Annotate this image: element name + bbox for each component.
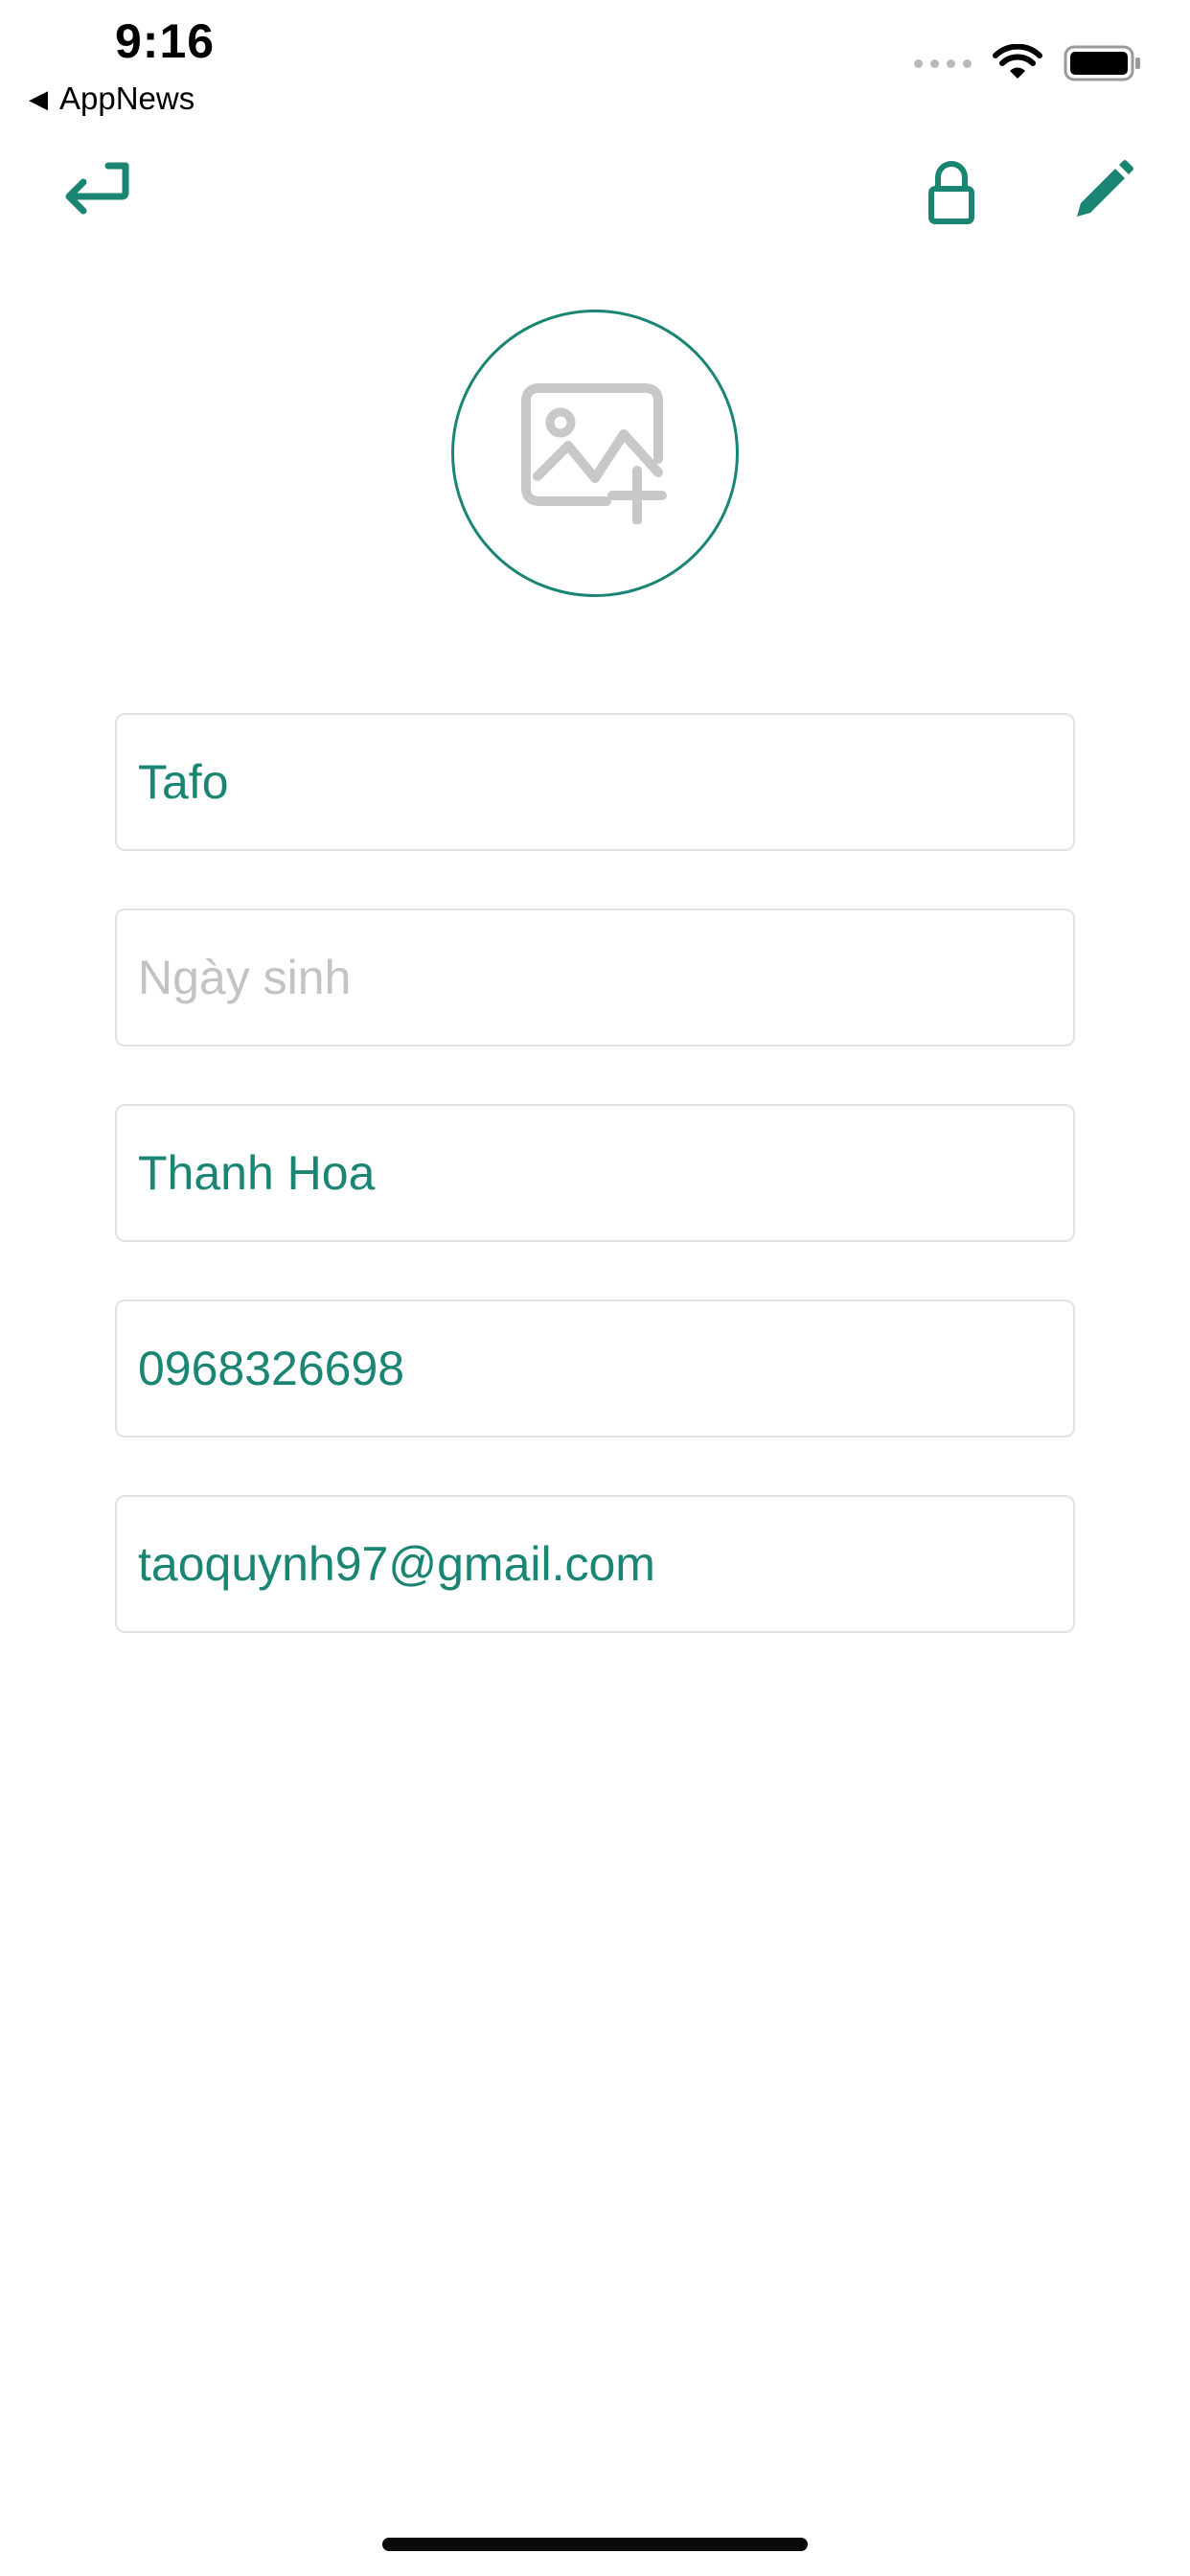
home-indicator[interactable] <box>382 2538 808 2551</box>
back-triangle-icon: ◀ <box>29 84 48 113</box>
status-time: 9:16 <box>115 14 216 68</box>
edit-button[interactable] <box>1064 153 1140 230</box>
back-button[interactable] <box>54 153 140 230</box>
add-image-icon <box>521 383 667 524</box>
signal-dots-icon <box>914 58 972 68</box>
status-back-to-app[interactable]: ◀ AppNews <box>29 80 195 117</box>
status-back-app-label: AppNews <box>59 80 195 116</box>
profile-screen: 9:16 ◀ AppNews Tafo Ngày sinh Thanh Hoa … <box>0 0 1190 2576</box>
lock-button[interactable] <box>920 153 983 230</box>
pencil-icon <box>1077 160 1133 217</box>
return-arrow-icon <box>65 162 129 215</box>
status-indicators <box>914 44 1142 82</box>
name-field[interactable]: Tafo <box>115 713 1075 851</box>
avatar-picker[interactable] <box>451 310 739 597</box>
battery-icon <box>1064 45 1140 81</box>
wifi-icon <box>993 44 1042 79</box>
lock-icon <box>928 161 974 224</box>
email-field[interactable]: taoquynh97@gmail.com <box>115 1495 1075 1633</box>
city-field[interactable]: Thanh Hoa <box>115 1104 1075 1242</box>
birthday-field[interactable]: Ngày sinh <box>115 908 1075 1046</box>
phone-field[interactable]: 0968326698 <box>115 1300 1075 1438</box>
